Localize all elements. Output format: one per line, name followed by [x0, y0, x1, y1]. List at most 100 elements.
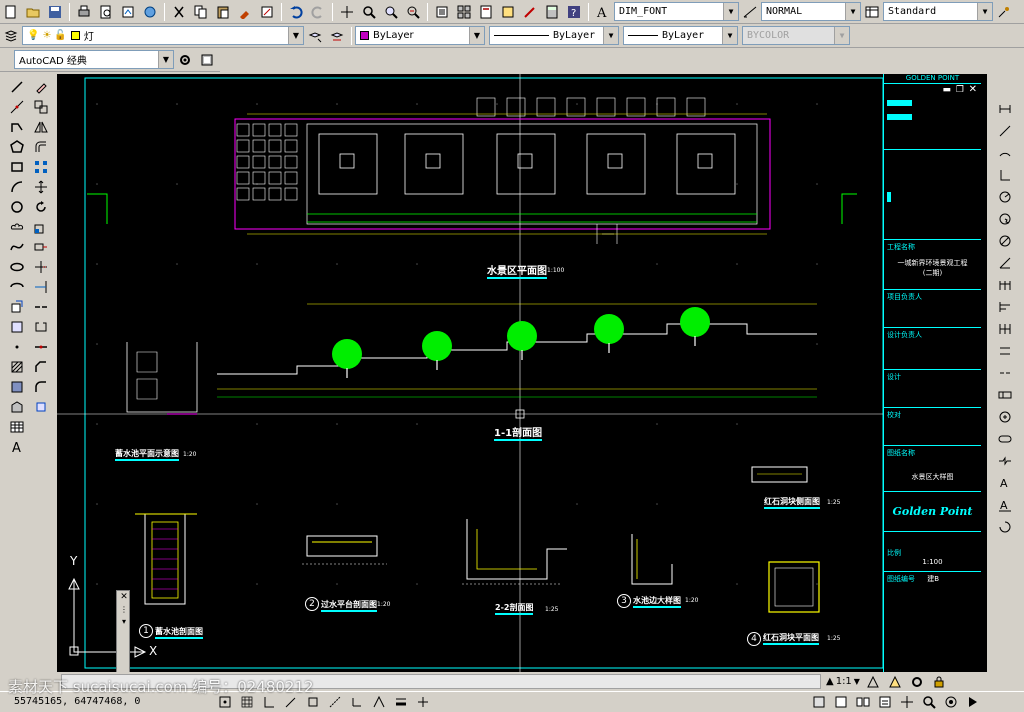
dyn-icon[interactable] [369, 692, 389, 712]
dim-style-select[interactable]: NORMAL ▼ [761, 2, 861, 21]
diameter-dim-icon[interactable] [995, 231, 1015, 251]
text-style-select[interactable]: DIM_FONT ▼ [614, 2, 739, 21]
layer-previous-icon[interactable] [327, 26, 347, 46]
offset-icon[interactable] [31, 138, 51, 156]
workspace-select[interactable]: AutoCAD 经典 ▼ [14, 50, 174, 69]
close-icon[interactable]: ✕ [969, 84, 977, 95]
dropdown-icon[interactable]: ▾ [118, 615, 130, 627]
break-icon[interactable] [31, 318, 51, 336]
ducs-icon[interactable] [347, 692, 367, 712]
arc-length-icon[interactable] [995, 143, 1015, 163]
open-folder-icon[interactable] [23, 2, 43, 22]
help-icon[interactable]: ? [564, 2, 584, 22]
ellipse-icon[interactable] [7, 258, 27, 276]
lock-toolbar-icon[interactable] [929, 672, 949, 692]
design-center-icon[interactable] [454, 2, 474, 22]
multiline-text-icon[interactable]: A [7, 438, 27, 456]
lineweight-icon[interactable] [391, 692, 411, 712]
minimize-icon[interactable]: ▬ [942, 85, 951, 95]
insert-block-icon[interactable] [7, 298, 27, 316]
scale-icon[interactable] [31, 218, 51, 236]
inspection-icon[interactable] [995, 429, 1015, 449]
3d-dwf-icon[interactable] [140, 2, 160, 22]
auto-scale-icon[interactable] [885, 672, 905, 692]
toolbar-handle-icon[interactable]: ⋮ [118, 603, 130, 615]
quick-dim-icon[interactable] [995, 275, 1015, 295]
otrack-icon[interactable] [325, 692, 345, 712]
stretch-icon[interactable] [31, 238, 51, 256]
save-icon[interactable] [45, 2, 65, 22]
my-workspace-icon[interactable] [197, 50, 217, 70]
print-preview-icon[interactable] [96, 2, 116, 22]
tolerance-icon[interactable] [995, 385, 1015, 405]
redo-icon[interactable] [308, 2, 328, 22]
baseline-dim-icon[interactable] [995, 297, 1015, 317]
cut-icon[interactable] [169, 2, 189, 22]
continue-dim-icon[interactable] [995, 319, 1015, 339]
model-space-icon[interactable] [809, 692, 829, 712]
multileader-style-icon[interactable] [994, 2, 1014, 22]
sheet-set-icon[interactable] [498, 2, 518, 22]
properties-icon[interactable] [432, 2, 452, 22]
zoom-status-icon[interactable] [919, 692, 939, 712]
steering-wheel-icon[interactable] [941, 692, 961, 712]
table-style-icon[interactable] [862, 2, 882, 22]
mirror-icon[interactable] [31, 118, 51, 136]
layout-icon[interactable] [831, 692, 851, 712]
polyline-icon[interactable] [7, 118, 27, 136]
new-file-icon[interactable] [1, 2, 21, 22]
quickcalc-icon[interactable] [542, 2, 562, 22]
join-icon[interactable] [31, 338, 51, 356]
linetype-control-select[interactable]: ByLayer ▼ [489, 26, 619, 45]
annotation-scale-icon[interactable]: ▲ 1:1 ▼ [825, 672, 861, 692]
showmotion-icon[interactable] [963, 692, 983, 712]
text-style-icon[interactable]: A [593, 2, 613, 22]
hatch-icon[interactable] [7, 358, 27, 376]
arc-icon[interactable] [7, 178, 27, 196]
pan-icon[interactable] [337, 2, 357, 22]
print-icon[interactable] [74, 2, 94, 22]
jogged-dim-icon[interactable] [995, 209, 1015, 229]
polygon-icon[interactable] [7, 138, 27, 156]
move-icon[interactable] [31, 178, 51, 196]
dim-edit-icon[interactable]: A [995, 473, 1015, 493]
layer-manager-icon[interactable] [1, 26, 21, 46]
ellipse-arc-icon[interactable] [7, 278, 27, 296]
restore-icon[interactable]: ❐ [956, 85, 964, 95]
publish-icon[interactable] [118, 2, 138, 22]
block-editor-icon[interactable] [257, 2, 277, 22]
circle-icon[interactable] [7, 198, 27, 216]
chamfer-icon[interactable] [31, 358, 51, 376]
dim-space-icon[interactable] [995, 341, 1015, 361]
zoom-window-icon[interactable] [381, 2, 401, 22]
explode-icon[interactable] [31, 398, 51, 416]
quick-view-drawings-icon[interactable] [875, 692, 895, 712]
angular-dim-icon[interactable] [995, 253, 1015, 273]
ordinate-dim-icon[interactable] [995, 165, 1015, 185]
line-icon[interactable] [7, 78, 27, 96]
fillet-icon[interactable] [31, 378, 51, 396]
jogged-linear-icon[interactable] [995, 451, 1015, 471]
break-at-point-icon[interactable] [31, 298, 51, 316]
rotate-icon[interactable] [31, 198, 51, 216]
dim-style-icon[interactable] [740, 2, 760, 22]
dim-break-icon[interactable] [995, 363, 1015, 383]
copy-object-icon[interactable] [31, 98, 51, 116]
color-control-select[interactable]: ByLayer ▼ [355, 26, 485, 45]
trim-icon[interactable] [31, 258, 51, 276]
make-block-icon[interactable] [7, 318, 27, 336]
table-icon[interactable] [7, 418, 27, 436]
linear-dim-icon[interactable] [995, 99, 1015, 119]
workspace-settings-icon[interactable] [175, 50, 195, 70]
drawing-canvas[interactable]: 水景区平面图 1:100 1-1剖面图 蓄水池平面示意图 1:20 1 蓄水池剖… [57, 74, 987, 672]
lineweight-control-select[interactable]: ByLayer ▼ [623, 26, 738, 45]
radius-dim-icon[interactable] [995, 187, 1015, 207]
make-current-layer-icon[interactable] [305, 26, 325, 46]
close-icon[interactable]: ✕ [118, 591, 130, 603]
array-icon[interactable] [31, 158, 51, 176]
paste-icon[interactable] [213, 2, 233, 22]
aligned-dim-icon[interactable] [995, 121, 1015, 141]
spline-icon[interactable] [7, 238, 27, 256]
center-mark-icon[interactable] [995, 407, 1015, 427]
undo-icon[interactable] [286, 2, 306, 22]
